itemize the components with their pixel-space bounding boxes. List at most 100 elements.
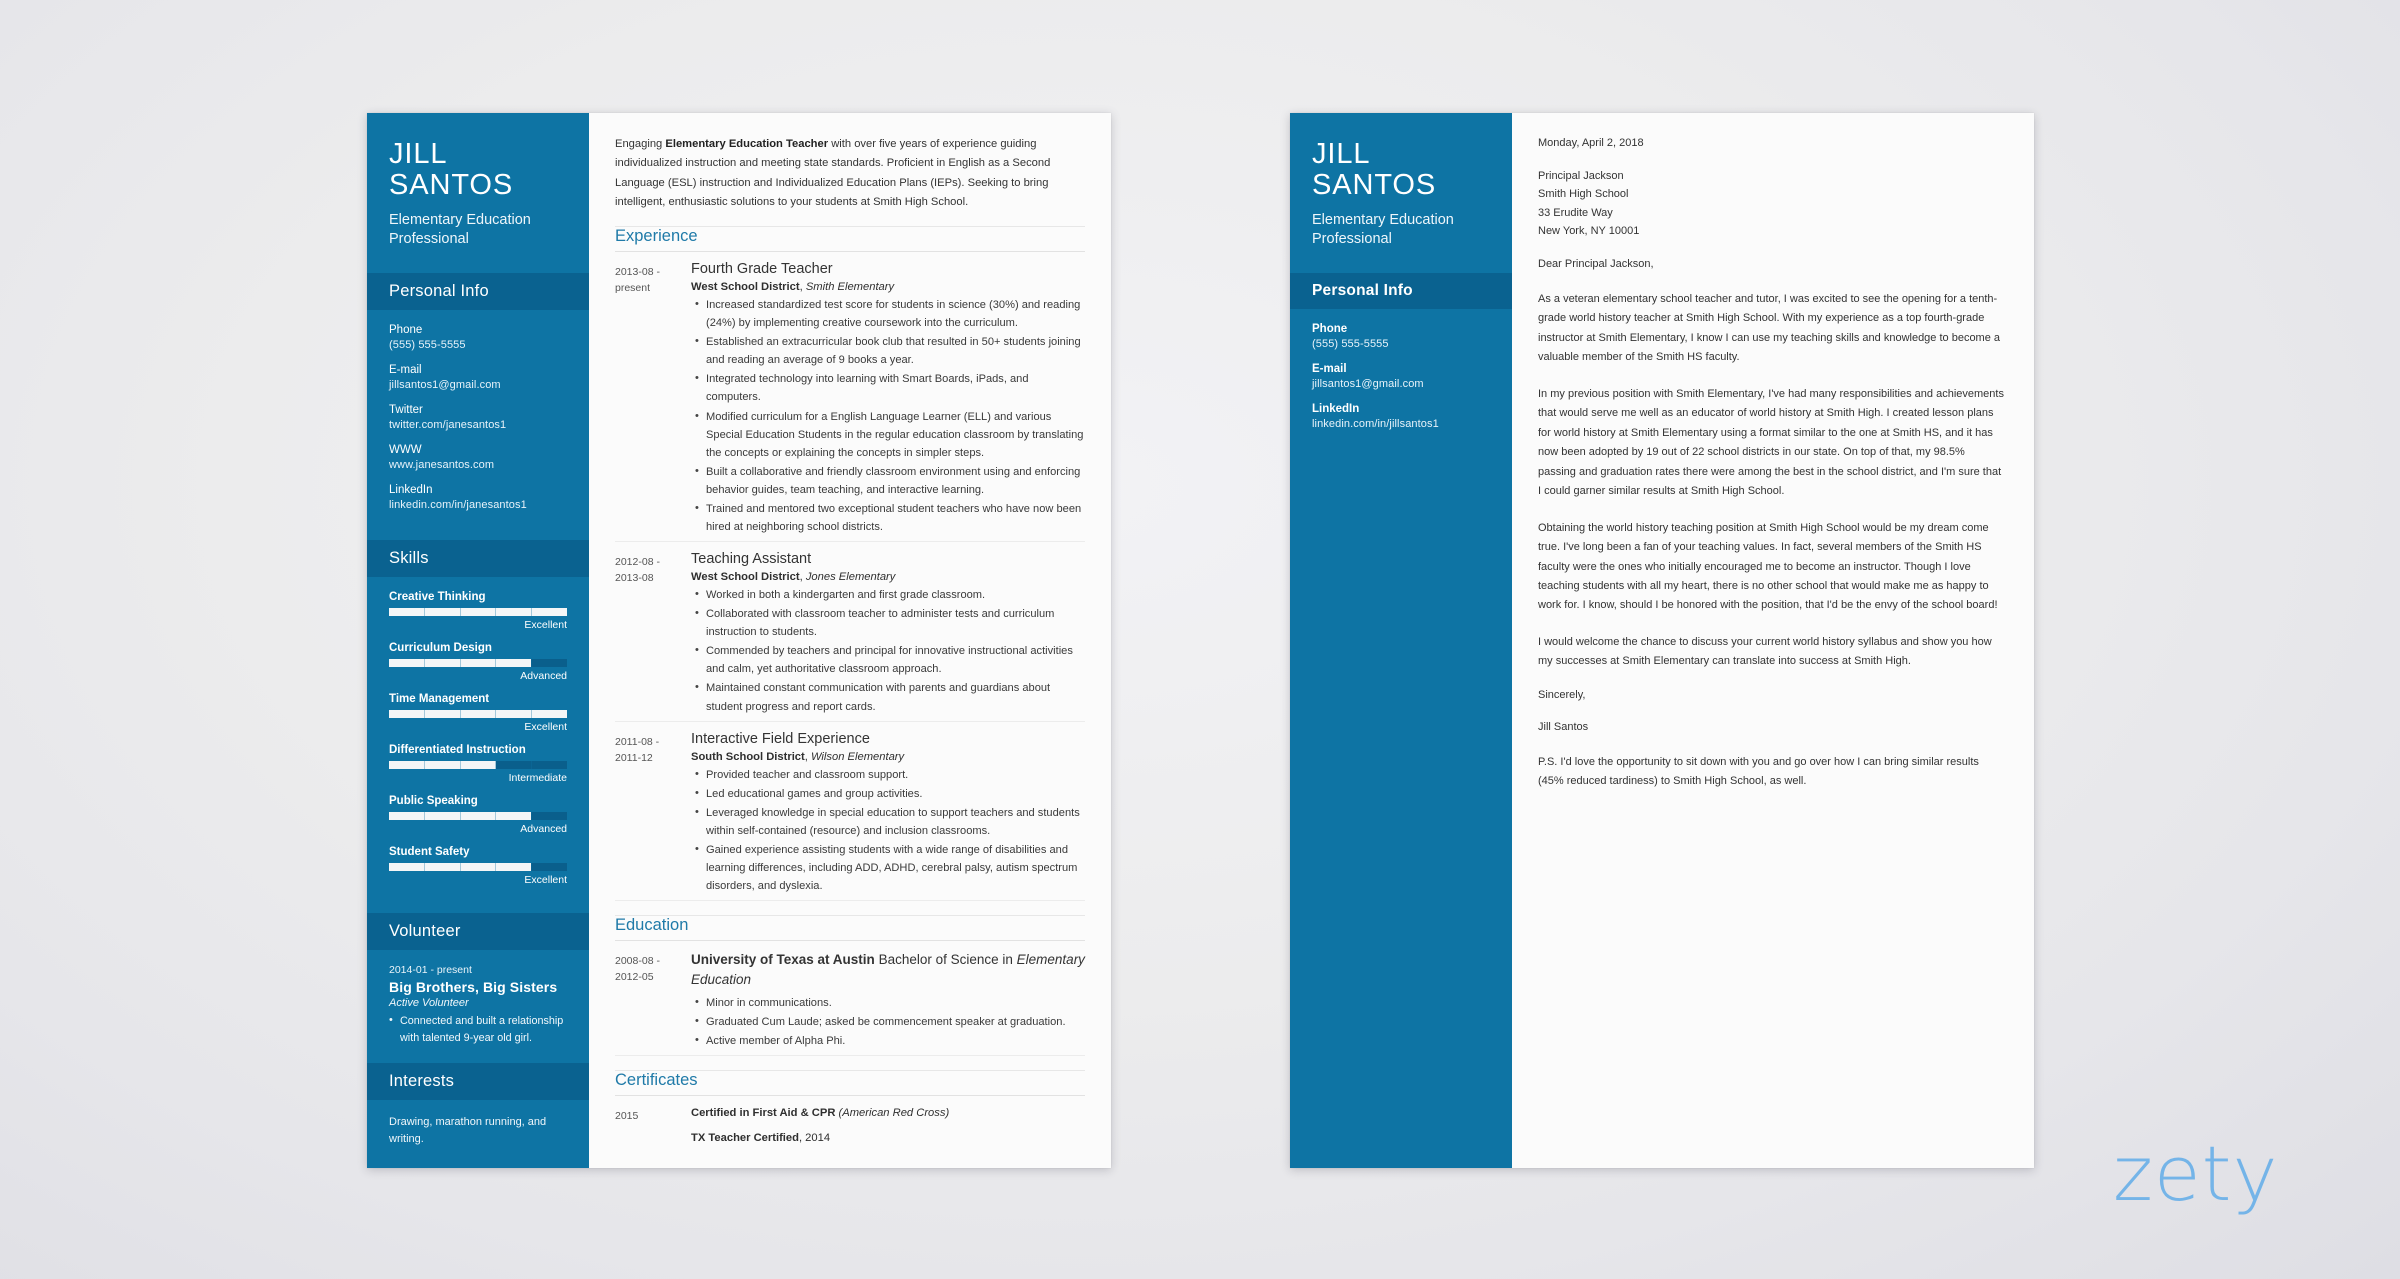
contact-label-twitter: Twitter <box>389 404 423 417</box>
experience-title: Teaching Assistant <box>691 551 812 568</box>
education-degree: Bachelor of Science in <box>874 952 1017 968</box>
education-bullet: Active member of Alpha Phi. <box>695 1031 1085 1050</box>
certificate-item: TX Teacher Certified, 2014 <box>691 1130 1085 1147</box>
experience-bullet: Provided teacher and classroom support. <box>695 765 1085 784</box>
contact-value-phone: (555) 555-5555 <box>1312 338 1389 351</box>
skill-bar-track <box>389 812 567 821</box>
resume-personal-info-list: Phone (555) 555-5555 E-mail jillsantos1@… <box>367 310 589 540</box>
section-title-experience: Experience <box>615 226 1085 253</box>
contact-item-email: E-mail jillsantos1@gmail.com <box>1312 363 1490 390</box>
experience-date: 2011-08 - 2011-12 <box>615 735 660 764</box>
skill-name: Public Speaking <box>389 795 478 808</box>
experience-employer: South School District <box>691 750 805 763</box>
letter-date: Monday, April 2, 2018 <box>1538 137 1644 149</box>
experience-bullet: Collaborated with classroom teacher to a… <box>695 604 1085 641</box>
certificates-body: Certified in First Aid & CPR (American R… <box>681 1105 1085 1155</box>
contact-item-email: E-mail jillsantos1@gmail.com <box>389 364 567 391</box>
certificate-name: TX Teacher Certified <box>691 1131 799 1144</box>
certificate-name: Certified in First Aid & CPR <box>691 1106 836 1119</box>
experience-bullet-list: Increased standardized test score for st… <box>691 295 1085 536</box>
section-title-education: Education <box>615 915 1085 942</box>
volunteer-date: 2014-01 - present <box>389 964 472 977</box>
experience-bullet: Gained experience assisting students wit… <box>695 840 1085 895</box>
resume-volunteer-block: 2014-01 - present Big Brothers, Big Sist… <box>367 950 589 1062</box>
skill-row: Public Speaking Advanced <box>389 795 567 835</box>
resume-sidebar: JILL SANTOS Elementary Education Profess… <box>367 113 589 1168</box>
resume-skills-heading: Skills <box>367 540 589 578</box>
experience-bullet: Trained and mentored two exceptional stu… <box>695 499 1085 536</box>
experience-bullet: Commended by teachers and principal for … <box>695 641 1085 678</box>
cover-letter-document[interactable]: JILL SANTOS Elementary Education Profess… <box>1290 113 2034 1168</box>
experience-bullet: Established an extracurricular book club… <box>695 332 1085 369</box>
letter-postscript: P.S. I'd love the opportunity to sit dow… <box>1538 755 1979 788</box>
education-title-line: University of Texas at Austin Bachelor o… <box>691 950 1085 991</box>
letter-salutation: Dear Principal Jackson, <box>1538 257 1654 270</box>
experience-title: Fourth Grade Teacher <box>691 261 833 278</box>
skill-level: Excellent <box>524 619 567 632</box>
education-entry: 2008-08 - 2012-05 University of Texas at… <box>615 941 1085 1056</box>
skill-level: Excellent <box>524 721 567 734</box>
experience-employer: West School District <box>691 571 800 584</box>
skill-bar-ticks <box>389 761 567 770</box>
contact-value-twitter[interactable]: twitter.com/janesantos1 <box>389 419 567 431</box>
education-date: 2008-08 - 2012-05 <box>615 955 660 984</box>
experience-location: Wilson Elementary <box>810 750 905 763</box>
experience-employer-line: West School District, Jones Elementary <box>691 571 896 584</box>
letter-paragraph: In my previous position with Smith Eleme… <box>1538 387 2004 498</box>
volunteer-bullet-list: Connected and built a relationship with … <box>389 1012 567 1046</box>
contact-label-phone: Phone <box>1312 323 1348 336</box>
experience-bullet: Maintained constant communication with p… <box>695 678 1085 715</box>
contact-item-phone: Phone (555) 555-5555 <box>389 324 567 351</box>
experience-employer: West School District <box>691 281 800 294</box>
skill-bar-track <box>389 863 567 872</box>
contact-value-email[interactable]: jillsantos1@gmail.com <box>1312 378 1490 390</box>
skill-bar-ticks <box>389 710 567 719</box>
resume-main-column: Engaging Elementary Education Teacher wi… <box>589 113 1111 1168</box>
experience-bullet: Leveraged knowledge in special education… <box>695 803 1085 840</box>
letter-closing: Sincerely, <box>1538 688 1586 701</box>
section-title-certificates: Certificates <box>615 1069 1085 1096</box>
skill-name: Student Safety <box>389 846 470 859</box>
certificate-year: , 2014 <box>798 1131 831 1144</box>
education-body: University of Texas at Austin Bachelor o… <box>681 950 1085 1051</box>
skill-bar-track <box>389 761 567 770</box>
recipient-city-state-zip: New York, NY 10001 <box>1538 225 1640 238</box>
contact-label-linkedin: LinkedIn <box>389 484 433 497</box>
contact-value-linkedin[interactable]: linkedin.com/in/jillsantos1 <box>1312 418 1490 430</box>
experience-entry: 2012-08 - 2013-08 Teaching Assistant Wes… <box>615 542 1085 722</box>
contact-item-linkedin: LinkedIn linkedin.com/in/janesantos1 <box>389 484 567 511</box>
experience-employer-line: South School District, Wilson Elementary <box>691 750 905 763</box>
experience-title: Interactive Field Experience <box>691 730 870 747</box>
letter-personal-info-heading: Personal Info <box>1290 273 1512 310</box>
experience-location: Smith Elementary <box>805 281 895 294</box>
resume-document[interactable]: JILL SANTOS Elementary Education Profess… <box>367 113 1111 1168</box>
contact-item-linkedin: LinkedIn linkedin.com/in/jillsantos1 <box>1312 403 1490 430</box>
contact-value-www[interactable]: www.janesantos.com <box>389 459 567 471</box>
letter-paragraph: I would welcome the chance to discuss yo… <box>1538 635 1992 668</box>
certificate-date: 2015 <box>615 1109 639 1122</box>
experience-bullet: Built a collaborative and friendly class… <box>695 462 1085 499</box>
experience-body: Teaching Assistant West School District,… <box>681 551 1085 717</box>
volunteer-bullet: Connected and built a relationship with … <box>389 1012 567 1046</box>
letter-candidate-name: JILL SANTOS <box>1312 138 1437 202</box>
letter-main-column: Monday, April 2, 2018 Principal Jackson … <box>1512 113 2034 1168</box>
skill-bar-track <box>389 659 567 668</box>
experience-bullet: Led educational games and group activiti… <box>695 784 1085 803</box>
volunteer-organization: Big Brothers, Big Sisters <box>389 979 558 996</box>
skill-name: Time Management <box>389 693 490 706</box>
resume-interests-block: Drawing, marathon running, and writing. <box>367 1100 589 1165</box>
certificate-issuer: (American Red Cross) <box>835 1106 950 1119</box>
experience-date: 2013-08 - present <box>615 266 660 295</box>
contact-value-email[interactable]: jillsantos1@gmail.com <box>389 379 567 391</box>
education-bullet: Graduated Cum Laude; asked be commenceme… <box>695 1012 1085 1031</box>
experience-location: Jones Elementary <box>805 571 896 584</box>
experience-bullet: Worked in both a kindergarten and first … <box>695 585 1085 604</box>
recipient-organization: Smith High School <box>1538 188 1629 201</box>
skill-bar-ticks <box>389 812 567 821</box>
letter-sidebar: JILL SANTOS Elementary Education Profess… <box>1290 113 1512 1168</box>
contact-value-phone: (555) 555-5555 <box>389 339 466 352</box>
skill-bar-ticks <box>389 659 567 668</box>
contact-value-linkedin[interactable]: linkedin.com/in/janesantos1 <box>389 499 567 511</box>
recipient-name: Principal Jackson <box>1538 170 1624 182</box>
summary-pre: Engaging <box>615 138 666 150</box>
